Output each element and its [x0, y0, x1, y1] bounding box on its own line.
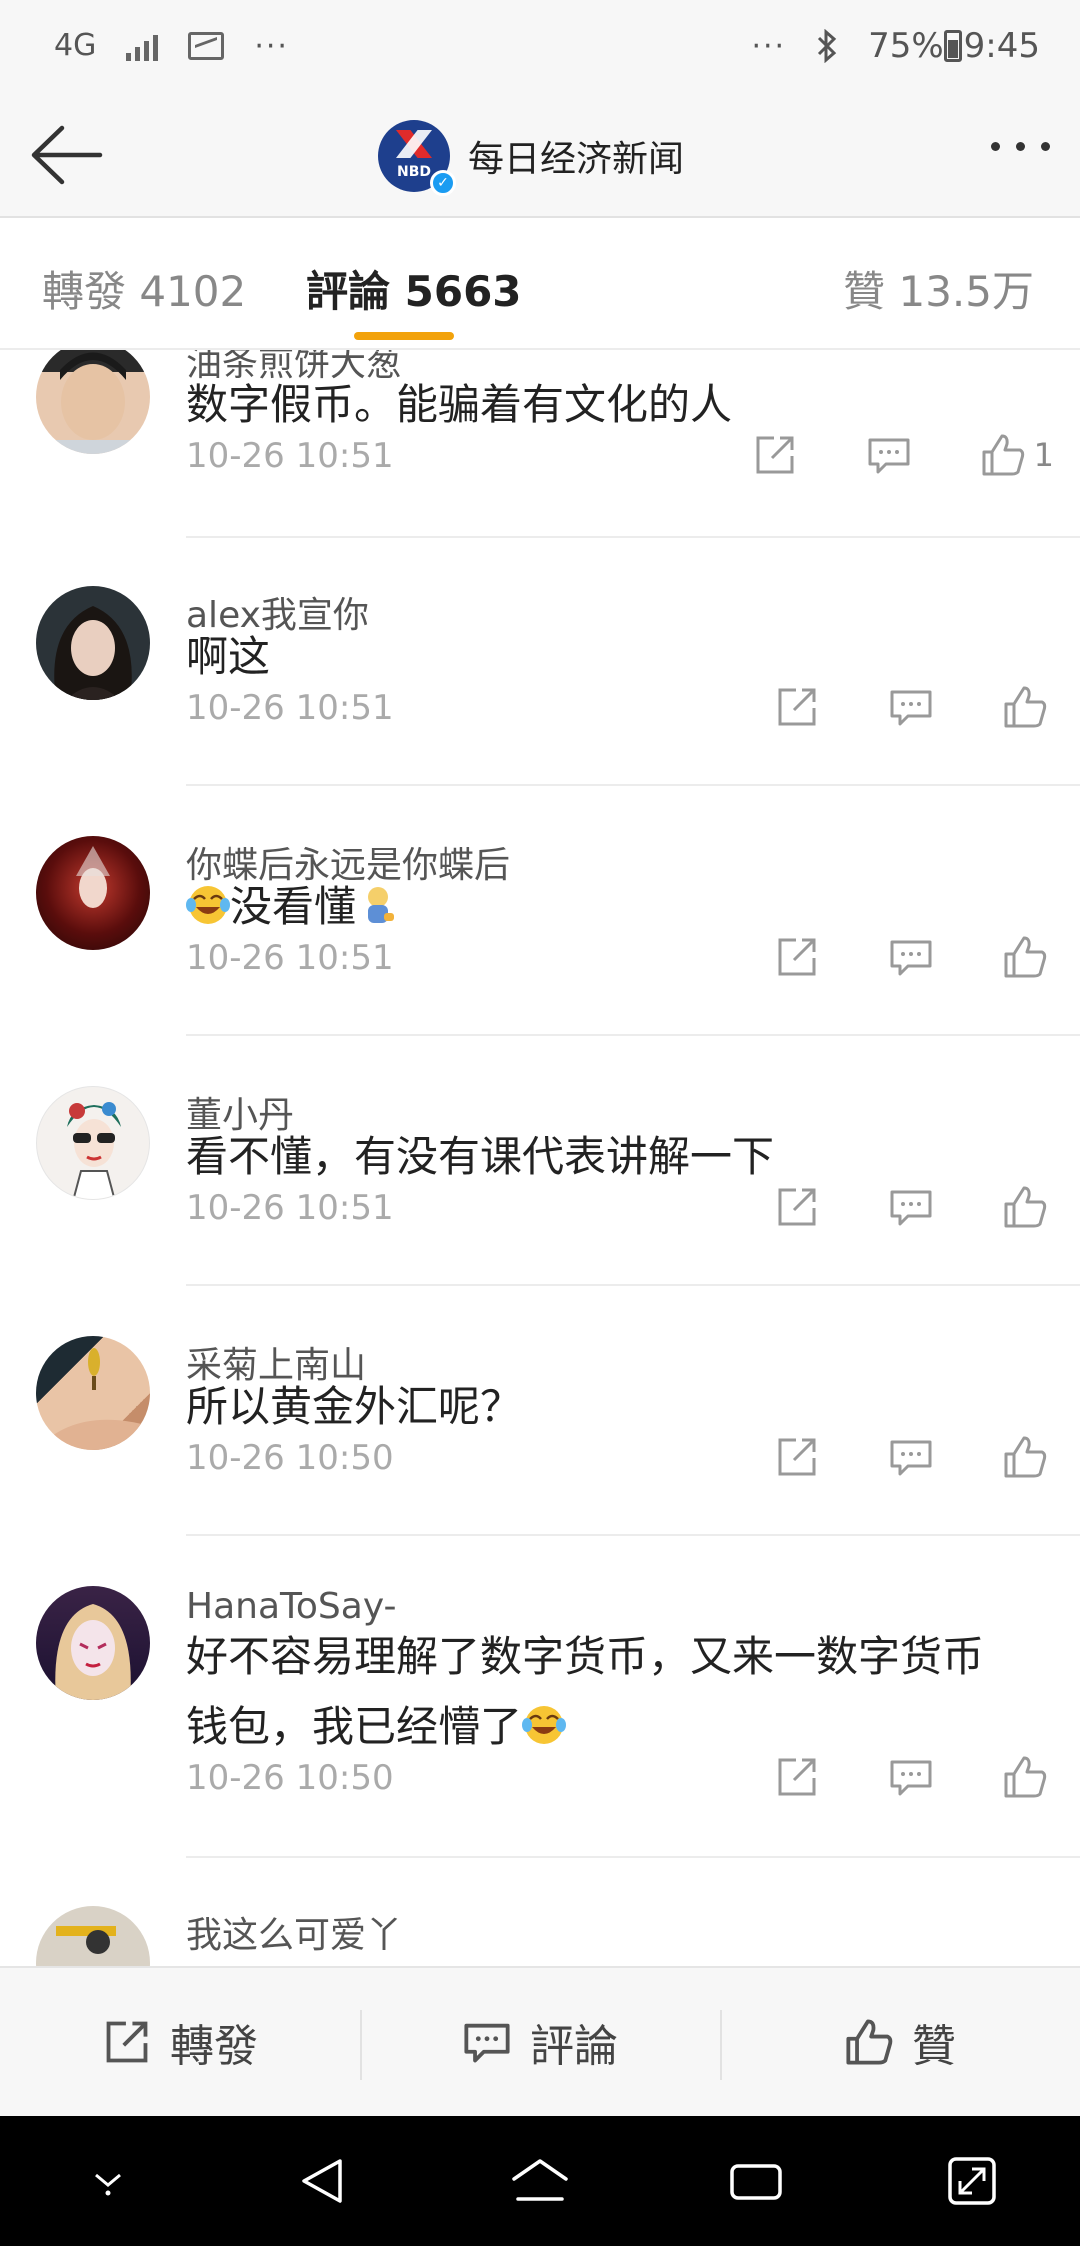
sitting-emoji-icon — [368, 887, 395, 923]
like-icon[interactable] — [1002, 1754, 1048, 1800]
share-icon[interactable] — [774, 684, 820, 730]
comment-list[interactable]: 油条煎饼大葱 数字假币。能骗着有文化的人 10-26 10:51 1 alex我… — [0, 350, 1080, 1966]
comment-time: 10-26 10:51 — [186, 938, 394, 978]
comment-text: 数字假币。能骗着有文化的人 — [186, 380, 733, 429]
like-count: 1 — [1033, 436, 1054, 474]
comment-button[interactable]: 評論 — [360, 2010, 720, 2080]
comment-icon[interactable] — [888, 934, 934, 980]
bluetooth-icon — [818, 29, 837, 63]
account-title[interactable]: NBD ✓ 每日经济新闻 — [378, 116, 684, 196]
clock: 9:45 — [963, 26, 1040, 66]
nav-hide-icon[interactable] — [73, 2146, 143, 2216]
comment-text-line: 钱包，我已经懵了 — [186, 1702, 523, 1751]
comment-time: 10-26 10:51 — [186, 436, 394, 476]
nav-rotate-icon[interactable] — [937, 2146, 1007, 2216]
share-icon — [106, 2021, 148, 2063]
top-header: NBD ✓ 每日经济新闻 — [0, 92, 1080, 218]
network-indicator: 4G — [54, 28, 97, 63]
verified-badge-icon: ✓ — [430, 170, 456, 196]
active-tab-indicator — [354, 332, 454, 340]
comment-time: 10-26 10:50 — [186, 1758, 394, 1798]
comment-time: 10-26 10:51 — [186, 688, 394, 728]
comment-text: 啊这 — [186, 632, 271, 681]
comment-icon[interactable] — [888, 1754, 934, 1800]
repost-button[interactable]: 轉發 — [0, 2010, 360, 2074]
like-icon[interactable] — [1002, 1434, 1048, 1480]
avatar[interactable] — [36, 836, 150, 950]
nav-recents-icon[interactable] — [721, 2146, 791, 2216]
nav-home-icon[interactable] — [505, 2146, 575, 2216]
more-options-icon[interactable] — [991, 142, 1050, 151]
nav-back-icon[interactable] — [289, 2146, 359, 2216]
like-icon[interactable] — [1002, 1184, 1048, 1230]
more-notifications-icon: ··· — [254, 28, 289, 64]
like-icon[interactable] — [1002, 684, 1048, 730]
battery-icon — [943, 30, 962, 62]
like-button[interactable]: 贊 — [720, 2010, 1080, 2080]
tab-bar: 轉發 4102 評論 5663 贊 13.5万 — [0, 218, 1080, 350]
image-notification-icon — [188, 32, 225, 60]
comment-icon[interactable] — [866, 432, 912, 478]
like-icon[interactable] — [980, 432, 1026, 478]
comment-icon[interactable] — [888, 684, 934, 730]
comment-label: 評論 — [530, 2021, 618, 2072]
username[interactable]: HanaToSay- — [186, 1586, 396, 1627]
comment-divider — [186, 1284, 1080, 1286]
back-arrow-icon[interactable] — [28, 122, 108, 188]
avatar[interactable] — [36, 586, 150, 700]
comment-text-content: 没看懂 — [230, 882, 357, 931]
comment-icon[interactable] — [888, 1184, 934, 1230]
laugh-cry-emoji-icon — [186, 886, 230, 924]
avatar[interactable] — [36, 1336, 150, 1450]
comment-divider — [186, 536, 1080, 538]
signal-icon — [126, 31, 159, 61]
comment-text: 看不懂，有没有课代表讲解一下 — [186, 1132, 775, 1181]
tab-comment[interactable]: 評論 5663 — [306, 258, 522, 319]
username[interactable]: 我这么可爱丫 — [186, 1906, 402, 1958]
battery-percent: 75% — [868, 26, 944, 66]
share-icon[interactable] — [774, 1754, 820, 1800]
status-bar: 4G ··· ··· 75% 9:45 — [0, 0, 1080, 92]
like-icon[interactable] — [1002, 934, 1048, 980]
comment-text-line: 好不容易理解了数字货币，又来一数字货币 — [186, 1632, 985, 1681]
comment-time: 10-26 10:50 — [186, 1438, 394, 1478]
comment-text: 好不容易理解了数字货币，又来一数字货币 钱包，我已经懵了 — [186, 1622, 1046, 1762]
comment-divider — [186, 1534, 1080, 1536]
comment-text: 没看懂 — [186, 872, 1046, 942]
tab-like[interactable]: 贊 13.5万 — [843, 258, 1034, 319]
share-icon[interactable] — [774, 934, 820, 980]
tab-repost[interactable]: 轉發 4102 — [42, 258, 246, 319]
comment-icon — [464, 2023, 510, 2063]
comment-divider — [186, 1856, 1080, 1858]
repost-label: 轉發 — [170, 2021, 258, 2072]
like-icon — [846, 2019, 893, 2065]
more-status-icon: ··· — [751, 28, 787, 64]
share-icon[interactable] — [774, 1184, 820, 1230]
laugh-cry-emoji-icon — [522, 1706, 567, 1744]
share-icon[interactable] — [752, 432, 798, 478]
bottom-action-bar: 轉發 評論 贊 — [0, 1966, 1080, 2116]
comment-text: 所以黄金外汇呢？ — [186, 1382, 523, 1431]
like-label: 贊 — [912, 2021, 956, 2072]
avatar[interactable] — [36, 350, 150, 454]
system-nav-bar — [0, 2116, 1080, 2246]
comment-divider — [186, 1034, 1080, 1036]
share-icon[interactable] — [774, 1434, 820, 1480]
avatar[interactable] — [36, 1906, 150, 1966]
page-title: 每日经济新闻 — [468, 139, 685, 180]
comment-time: 10-26 10:51 — [186, 1188, 394, 1228]
comment-divider — [186, 784, 1080, 786]
avatar[interactable] — [36, 1586, 150, 1700]
comment-icon[interactable] — [888, 1434, 934, 1480]
avatar[interactable] — [36, 1086, 150, 1200]
